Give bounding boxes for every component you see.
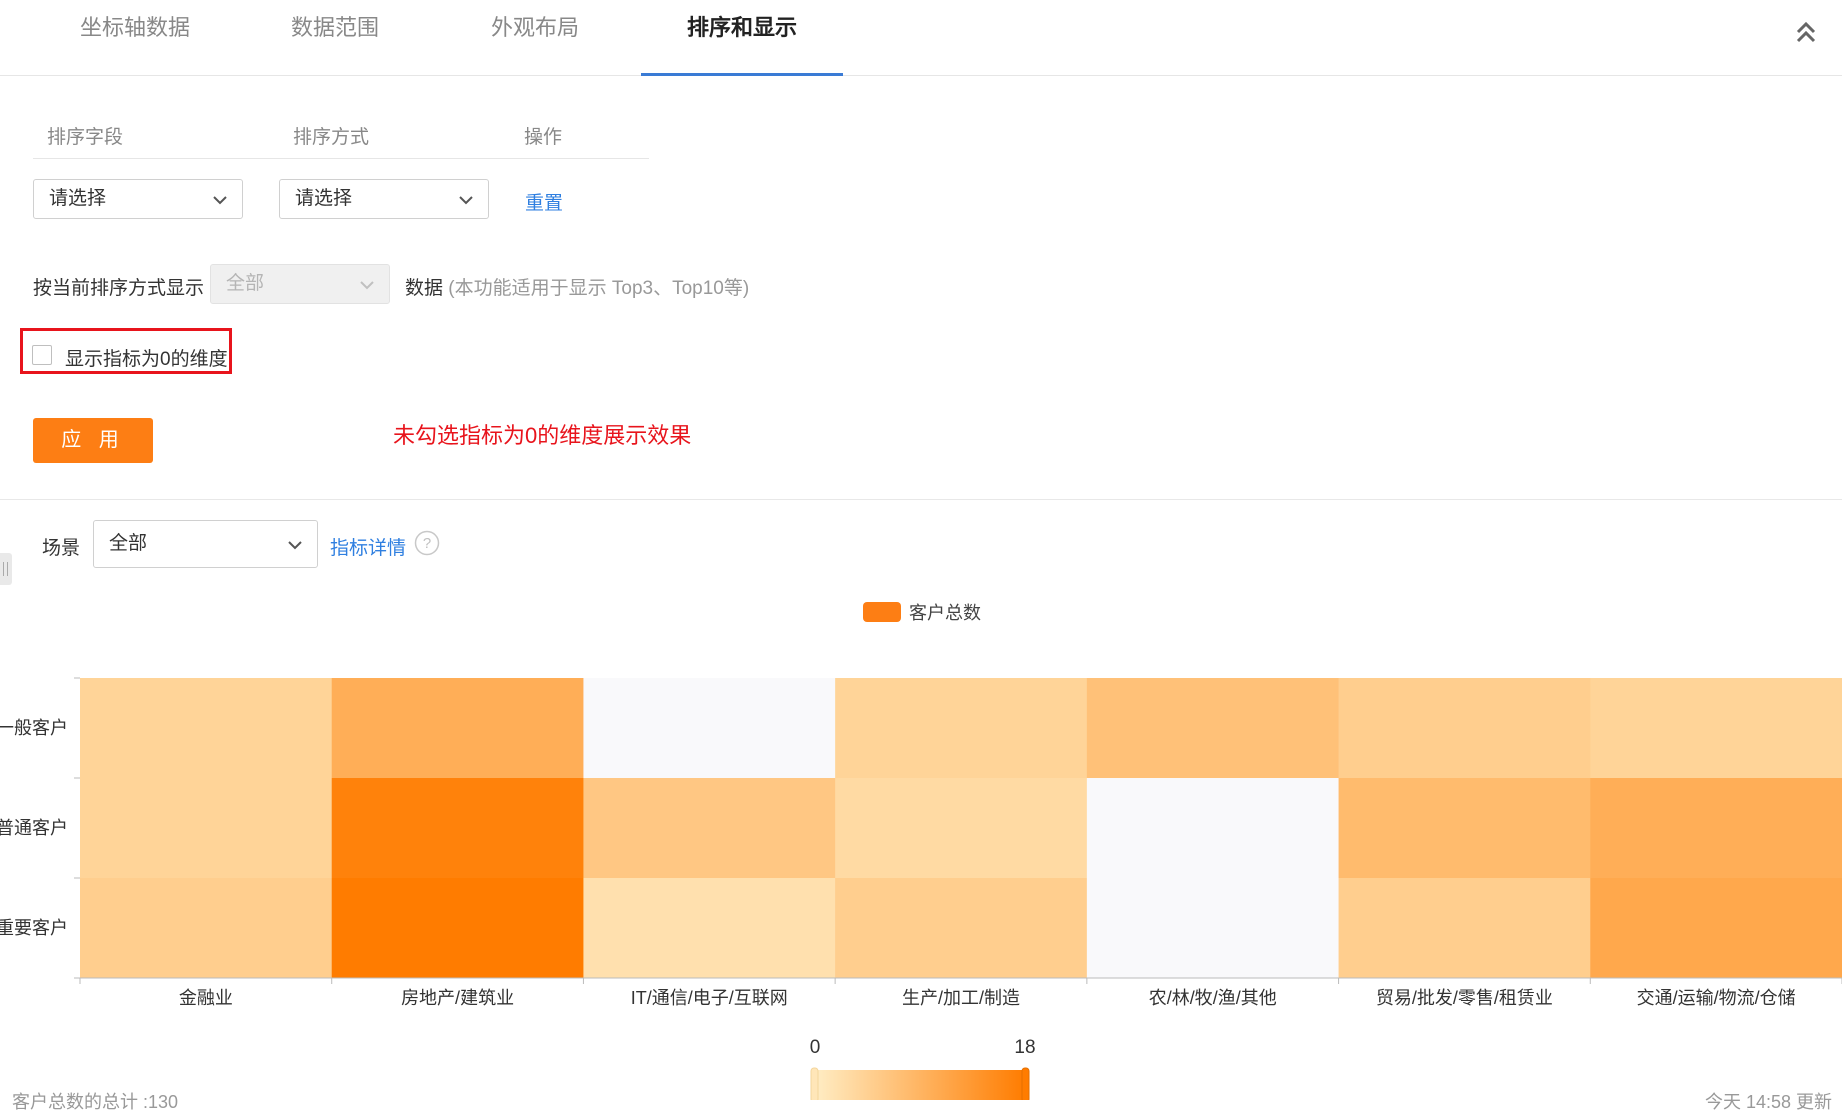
heatmap-cell bbox=[331, 778, 584, 879]
x-axis-label: 金融业 bbox=[179, 988, 233, 1008]
heatmap-cell bbox=[1590, 778, 1842, 879]
heatmap-chart: 客户总数一般客户普通客户重要客户金融业 房地产/建筑业 IT/通信/电子/互联网 生产… bbox=[0, 602, 1842, 1100]
heatmap-cell bbox=[1338, 778, 1591, 879]
chevron-down-icon bbox=[288, 541, 302, 550]
heatmap-cell bbox=[1590, 678, 1842, 779]
x-axis-label: 农/林/牧/渔/其他 bbox=[1149, 988, 1277, 1008]
x-axis-label: 交通/运输/物流/仓储 bbox=[1637, 988, 1796, 1008]
sort-field-select[interactable]: 请选择 bbox=[33, 179, 243, 219]
sort-order-select[interactable]: 请选择 bbox=[279, 179, 489, 219]
heatmap-cell bbox=[835, 878, 1088, 979]
visual-map-min-label: 0 bbox=[810, 1037, 821, 1058]
svg-text:?: ? bbox=[423, 535, 431, 552]
scene-select[interactable]: 全部 bbox=[93, 520, 318, 568]
double-chevron-up-icon[interactable] bbox=[1792, 18, 1820, 46]
display-suffix-text: 数据 bbox=[405, 278, 444, 299]
heatmap-cell bbox=[583, 778, 836, 879]
y-axis-label: 重要客户 bbox=[0, 918, 68, 938]
visual-map-handle-max bbox=[1021, 1067, 1030, 1100]
display-hint-text: (本功能适用于显示 Top3、Top10等) bbox=[448, 278, 750, 299]
display-count-select-value: 全部 bbox=[226, 273, 265, 294]
visual-map-handle-min bbox=[810, 1067, 819, 1100]
tab-appearance-layout[interactable]: 外观布局 bbox=[470, 0, 600, 75]
tab-axis-data[interactable]: 坐标轴数据 bbox=[70, 0, 200, 75]
heatmap-cell bbox=[1086, 678, 1340, 779]
chevron-down-icon bbox=[213, 196, 227, 205]
heatmap-cell bbox=[80, 678, 333, 779]
scene-label: 场景 bbox=[42, 538, 81, 559]
section-divider bbox=[0, 499, 1842, 500]
header-sort-field: 排序字段 bbox=[47, 127, 124, 148]
heatmap-cell bbox=[835, 778, 1088, 879]
metric-detail-link[interactable]: 指标详情 bbox=[330, 533, 406, 560]
header-operation: 操作 bbox=[524, 127, 563, 148]
show-zero-dimension-label[interactable]: 显示指标为0的维度 bbox=[65, 344, 228, 371]
heatmap-cell bbox=[80, 878, 333, 979]
updated-time-text: 今天 14:58 更新 bbox=[1704, 1092, 1832, 1112]
show-zero-dimension-checkbox[interactable] bbox=[32, 345, 52, 365]
chevron-down-icon bbox=[459, 196, 473, 205]
total-count-text: 客户总数的总计 :130 bbox=[12, 1092, 179, 1112]
y-axis-label: 普通客户 bbox=[0, 818, 68, 838]
heatmap-cell bbox=[835, 678, 1088, 779]
sort-order-select-value: 请选择 bbox=[295, 188, 353, 209]
tab-sort-and-display[interactable]: 排序和显示 bbox=[641, 0, 843, 76]
heatmap-cell bbox=[583, 678, 836, 779]
settings-tabbar: 坐标轴数据 数据范围 外观布局 排序和显示 bbox=[0, 0, 1842, 76]
sort-field-select-value: 请选择 bbox=[49, 188, 107, 209]
annotation-text: 未勾选指标为0的维度展示效果 bbox=[393, 423, 692, 448]
heatmap-cell bbox=[331, 878, 584, 979]
visual-map-bar bbox=[815, 1070, 1025, 1100]
y-axis-label: 一般客户 bbox=[0, 718, 68, 738]
legend-label: 客户总数 bbox=[909, 603, 981, 623]
heatmap-cell bbox=[1590, 878, 1842, 979]
scene-select-value: 全部 bbox=[109, 533, 148, 554]
legend-swatch bbox=[863, 602, 901, 622]
heatmap-cell bbox=[1338, 878, 1591, 979]
heatmap-cell bbox=[583, 878, 836, 979]
heatmap-cell bbox=[1086, 778, 1340, 879]
visual-map-max-label: 18 bbox=[1014, 1037, 1035, 1058]
heatmap-cell bbox=[331, 678, 584, 779]
reset-link[interactable]: 重置 bbox=[525, 188, 563, 215]
x-axis-label: IT/通信/电子/互联网 bbox=[631, 988, 788, 1008]
heatmap-cell bbox=[80, 778, 333, 879]
x-axis-label: 房地产/建筑业 bbox=[401, 988, 514, 1008]
display-count-select: 全部 bbox=[210, 264, 390, 304]
display-by-order-label: 按当前排序方式显示 bbox=[33, 278, 205, 299]
chart-settings-panel: 坐标轴数据 数据范围 外观布局 排序和显示 排序字段 排序方式 操作 请选择 请… bbox=[0, 0, 1842, 1119]
heatmap-cell bbox=[1086, 878, 1340, 979]
sort-table-header: 排序字段 排序方式 操作 bbox=[33, 110, 649, 159]
x-axis-label: 生产/加工/制造 bbox=[902, 988, 1020, 1008]
x-axis-label: 贸易/批发/零售/租赁业 bbox=[1376, 988, 1553, 1008]
header-sort-order: 排序方式 bbox=[293, 127, 370, 148]
apply-button[interactable]: 应 用 bbox=[33, 418, 153, 463]
help-circle-icon[interactable]: ? bbox=[414, 530, 440, 556]
display-by-order-suffix: 数据 (本功能适用于显示 Top3、Top10等) bbox=[405, 273, 749, 300]
tab-data-range[interactable]: 数据范围 bbox=[270, 0, 400, 75]
heatmap-cell bbox=[1338, 678, 1591, 779]
chevron-down-icon bbox=[360, 281, 374, 290]
